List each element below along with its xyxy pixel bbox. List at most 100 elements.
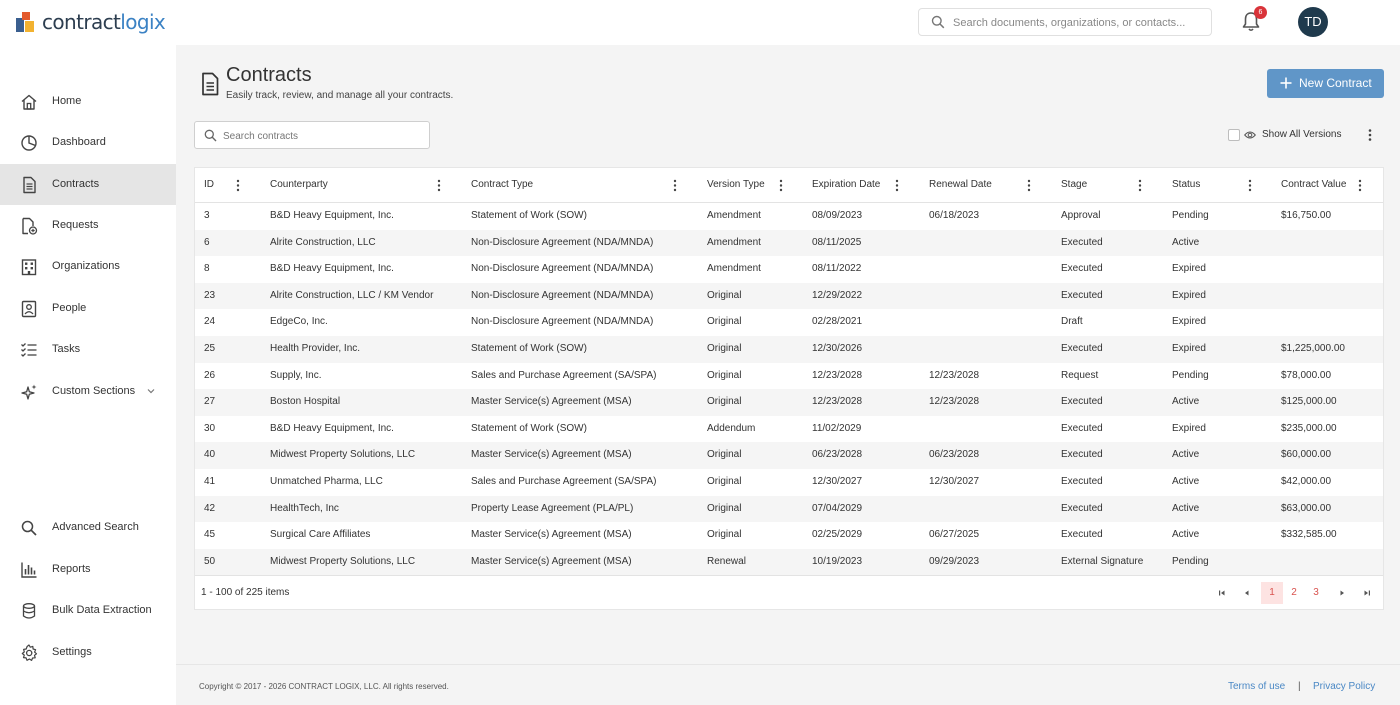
cell-contract-type: Statement of Work (SOW) [471, 210, 587, 221]
cell-expiration-date: 10/19/2023 [812, 555, 863, 567]
column-menu-icon[interactable] [893, 179, 901, 192]
table-row[interactable]: 6 Alrite Construction, LLC Non-Disclosure … [195, 229, 1383, 257]
page-2-button[interactable]: 2 [1283, 582, 1305, 604]
column-header-counterparty[interactable]: Counterparty [261, 168, 462, 203]
cell-expiration-date: 06/23/2028 [812, 449, 863, 461]
sidebar-item-organizations[interactable]: Organizations [0, 246, 176, 287]
column-header-contract-type[interactable]: Contract Type [462, 168, 698, 203]
sidebar-item-home[interactable]: Home [0, 81, 176, 122]
show-all-versions-label[interactable]: Show All Versions [1262, 129, 1342, 140]
cell-counterparty: Alrite Construction, LLC [270, 236, 376, 248]
cell-contract-type: Non-Disclosure Agreement (NDA/MNDA) [471, 236, 654, 248]
sidebar-item-settings[interactable]: Settings [0, 632, 176, 673]
cell-version-type: Original [707, 502, 742, 514]
sidebar-item-advanced-search[interactable]: Advanced Search [0, 507, 176, 548]
table-row[interactable]: 41 Unmatched Pharma, LLC Sales and Purchas… [195, 469, 1383, 496]
cell-expiration-date: 11/02/2029 [812, 422, 862, 434]
terms-of-use-link[interactable]: Terms of use [1228, 681, 1285, 692]
column-menu-icon[interactable] [671, 179, 679, 192]
cell-stage: Executed [1061, 476, 1103, 487]
column-menu-icon[interactable] [435, 179, 443, 192]
table-row[interactable]: 25 Health Provider, Inc. Statement of Work… [195, 336, 1383, 363]
sidebar-item-requests[interactable]: Requests [0, 205, 176, 246]
cell-contract-type: Statement of Work (SOW) [471, 422, 587, 434]
sidebar-item-reports[interactable]: Reports [0, 549, 176, 590]
column-header-stage[interactable]: Stage [1052, 168, 1163, 203]
table-row[interactable]: 27 Boston Hospital Master Service(s) Agree… [195, 389, 1383, 416]
cell-stage: Executed [1061, 263, 1103, 275]
column-header-renewal-date[interactable]: Renewal Date [920, 168, 1052, 203]
table-row[interactable]: 45 Surgical Care Affiliates Master Service… [195, 522, 1383, 549]
cell-renewal-date: 06/23/2028 [929, 449, 980, 461]
cell-counterparty: Health Provider, Inc. [270, 343, 361, 354]
table-row[interactable]: 40 Midwest Property Solutions, LLC Master … [195, 442, 1383, 469]
new-contract-button[interactable]: New Contract [1267, 69, 1384, 98]
cell-id: 30 [204, 422, 216, 434]
last-page-icon[interactable] [1360, 586, 1374, 600]
column-header-status[interactable]: Status [1163, 168, 1272, 203]
column-header-version-type[interactable]: Version Type [698, 168, 803, 203]
cell-id: 45 [204, 529, 216, 541]
cell-contract-type: Sales and Purchase Agreement (SA/SPA) [471, 369, 657, 381]
table-row[interactable]: 23 Alrite Construction, LLC / KM Vendor No… [195, 282, 1383, 310]
sidebar-item-tasks[interactable]: Tasks [0, 329, 176, 370]
privacy-policy-link[interactable]: Privacy Policy [1313, 681, 1375, 692]
sidebar: Home Dashboard Contracts Requests Organi… [0, 45, 176, 705]
cell-contract-value: $16,750.00 [1281, 210, 1332, 221]
page-1-button[interactable]: 1 [1261, 582, 1283, 604]
pie-chart-icon [21, 135, 37, 151]
chevron-down-icon[interactable] [146, 386, 156, 396]
show-all-versions-checkbox[interactable] [1228, 129, 1240, 141]
column-menu-icon[interactable] [234, 179, 242, 192]
table-row[interactable]: 42 HealthTech, Inc Property Lease Agreemen… [195, 495, 1383, 523]
contracts-search[interactable] [194, 121, 430, 149]
column-menu-icon[interactable] [1246, 179, 1254, 192]
logo[interactable]: contractlogix [16, 10, 166, 34]
cell-contract-type: Sales and Purchase Agreement (SA/SPA) [471, 476, 657, 487]
footer-separator: | [1298, 681, 1301, 692]
document-add-icon [22, 217, 38, 235]
cell-counterparty: Boston Hospital [270, 396, 341, 408]
gear-icon [21, 644, 38, 661]
more-options-icon[interactable] [1365, 128, 1375, 142]
copyright-text: Copyright © 2017 - 2026 CONTRACT LOGIX, … [199, 682, 449, 691]
table-row[interactable]: 8 B&D Heavy Equipment, Inc. Non-Disclosure… [195, 256, 1383, 283]
sidebar-item-bulk-data-extraction[interactable]: Bulk Data Extraction [0, 590, 176, 631]
contracts-search-input[interactable] [223, 126, 423, 146]
column-menu-icon[interactable] [1356, 179, 1364, 192]
cell-contract-value: $235,000.00 [1281, 422, 1337, 434]
column-label: Stage [1061, 179, 1088, 190]
table-row[interactable]: 26 Supply, Inc. Sales and Purchase Agreeme… [195, 363, 1383, 390]
column-header-id[interactable]: ID [195, 168, 261, 203]
column-header-expiration-date[interactable]: Expiration Date [803, 168, 920, 203]
column-header-contract-value[interactable]: Contract Value [1272, 168, 1383, 203]
table-row[interactable]: 3 B&D Heavy Equipment, Inc. Statement of W… [195, 203, 1383, 230]
table-row[interactable]: 30 B&D Heavy Equipment, Inc. Statement of … [195, 416, 1383, 443]
sidebar-item-people[interactable]: People [0, 288, 176, 329]
cell-renewal-date: 09/29/2023 [929, 555, 980, 567]
column-menu-icon[interactable] [777, 179, 785, 192]
cell-stage: Executed [1061, 343, 1103, 354]
cell-contract-type: Master Service(s) Agreement (MSA) [471, 555, 632, 567]
sidebar-item-dashboard[interactable]: Dashboard [0, 122, 176, 163]
avatar[interactable]: TD [1298, 7, 1328, 37]
sparkle-icon [21, 384, 37, 400]
next-page-icon[interactable] [1335, 586, 1349, 600]
previous-page-icon[interactable] [1240, 586, 1254, 600]
first-page-icon[interactable] [1215, 586, 1229, 600]
column-menu-icon[interactable] [1025, 179, 1033, 192]
sidebar-item-label: Contracts [52, 178, 100, 190]
global-search[interactable] [918, 8, 1212, 36]
table-row[interactable]: 50 Midwest Property Solutions, LLC Master … [195, 548, 1383, 576]
page-3-button[interactable]: 3 [1305, 582, 1327, 604]
column-menu-icon[interactable] [1136, 179, 1144, 192]
cell-contract-value: $125,000.00 [1281, 396, 1337, 408]
sidebar-item-custom-sections[interactable]: Custom Sections [0, 371, 176, 412]
cell-counterparty: B&D Heavy Equipment, Inc. [270, 422, 394, 434]
cell-version-type: Original [707, 316, 742, 328]
table-row[interactable]: 24 EdgeCo, Inc. Non-Disclosure Agreement (… [195, 309, 1383, 336]
sidebar-item-contracts[interactable]: Contracts [0, 164, 176, 205]
global-search-input[interactable] [953, 13, 1203, 33]
sidebar-item-label: Settings [52, 646, 92, 658]
cell-expiration-date: 12/30/2026 [812, 343, 863, 354]
